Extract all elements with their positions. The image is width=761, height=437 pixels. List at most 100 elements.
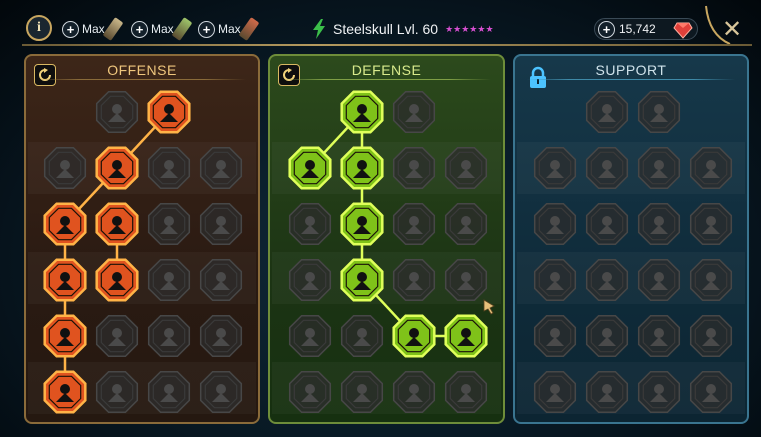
boost-max-2[interactable]: + Max: [131, 17, 193, 41]
defense-node-heart-body-icon[interactable]: [340, 146, 384, 190]
boost-label: Max: [82, 22, 105, 36]
defense-node-chevron-shield-icon[interactable]: [288, 146, 332, 190]
defense-node-boot-icon[interactable]: [444, 370, 488, 414]
boost-max-1[interactable]: + Max: [62, 17, 124, 41]
info-icon: i: [37, 20, 41, 35]
support-node-helm-icon[interactable]: [533, 202, 577, 246]
defense-node-fist-icon[interactable]: [392, 90, 436, 134]
offense-node-spear-icon[interactable]: [147, 314, 191, 358]
offense-node-crossed-swords-icon[interactable]: [95, 90, 139, 134]
defense-node-shield-icon[interactable]: [288, 202, 332, 246]
defense-node-face-icon[interactable]: [444, 202, 488, 246]
boost-max-3[interactable]: + Max: [198, 17, 260, 41]
support-node-lightning-icon[interactable]: [585, 202, 629, 246]
offense-node-demon-face-icon[interactable]: [43, 146, 87, 190]
offense-node-fist-sword-icon[interactable]: [95, 258, 139, 302]
offense-node-skull-icon[interactable]: [147, 202, 191, 246]
offense-node-knight-helm-icon[interactable]: [95, 370, 139, 414]
support-node-skull-icon[interactable]: [585, 370, 629, 414]
star-rating: ★ ★ ★ ★ ★ ★: [445, 23, 494, 34]
support-node-fingerprint-icon[interactable]: [585, 146, 629, 190]
offense-node-heart-pierce-icon[interactable]: [43, 258, 87, 302]
offense-node-skull-icon[interactable]: [95, 314, 139, 358]
defense-node-reaching-hand-icon[interactable]: [444, 314, 488, 358]
title-rule: [282, 79, 491, 80]
support-node-sword-icon[interactable]: [637, 314, 681, 358]
offense-node-warrior-strike-icon[interactable]: [43, 202, 87, 246]
gems-value: 15,742: [619, 22, 656, 36]
support-node-statue-icon[interactable]: [689, 202, 733, 246]
defense-node-fire-icon[interactable]: [392, 370, 436, 414]
offense-node-sparkle-strike-icon[interactable]: [43, 370, 87, 414]
defense-node-tree-icon[interactable]: [288, 258, 332, 302]
support-node-shield-icon[interactable]: [637, 90, 681, 134]
support-node-heart-ring-icon[interactable]: [533, 258, 577, 302]
defense-node-knight-shield-icon[interactable]: [340, 202, 384, 246]
offense-node-blade-strike-icon[interactable]: [147, 90, 191, 134]
star-icon: ★: [461, 23, 470, 34]
support-node-wing-icon[interactable]: [637, 370, 681, 414]
plus-icon: +: [62, 20, 79, 38]
offense-node-warrior-icon[interactable]: [147, 370, 191, 414]
support-node-mask-icon[interactable]: [533, 370, 577, 414]
offense-node-trident-icon[interactable]: [199, 258, 243, 302]
defense-node-wings-icon[interactable]: [288, 314, 332, 358]
star-icon: ★: [485, 23, 494, 34]
offense-node-beast-skull-icon[interactable]: [199, 370, 243, 414]
offense-node-brute-icon[interactable]: [199, 314, 243, 358]
support-node-dash-icon[interactable]: [585, 314, 629, 358]
scroll-icon: [238, 17, 260, 41]
defense-node-crown-icon[interactable]: [288, 370, 332, 414]
offense-node-claw-slash-icon[interactable]: [95, 146, 139, 190]
offense-node-bleeding-hand-icon[interactable]: [43, 314, 87, 358]
defense-node-demon-icon[interactable]: [392, 202, 436, 246]
support-node-wind-icon[interactable]: [585, 258, 629, 302]
star-icon: ★: [469, 23, 478, 34]
support-node-eye-icon[interactable]: [689, 314, 733, 358]
defense-node-radiant-skull-icon[interactable]: [392, 314, 436, 358]
offense-node-helmet-icon[interactable]: [147, 146, 191, 190]
plus-icon: +: [198, 20, 215, 38]
close-button[interactable]: ✕: [720, 15, 744, 43]
top-divider: [22, 44, 752, 46]
support-node-cross-icon[interactable]: [533, 314, 577, 358]
defense-node-hand-icon[interactable]: [392, 258, 436, 302]
scroll-icon: [171, 17, 193, 41]
offense-node-axe-icon[interactable]: [199, 202, 243, 246]
defense-node-tower-icon[interactable]: [392, 146, 436, 190]
plus-icon: +: [598, 20, 615, 38]
defense-node-stairs-shield-icon[interactable]: [340, 90, 384, 134]
support-node-hand-icon[interactable]: [533, 146, 577, 190]
gems-counter[interactable]: + 15,742: [594, 18, 698, 40]
title-rule: [38, 79, 246, 80]
defense-node-hourglass-icon[interactable]: [340, 258, 384, 302]
offense-node-jaws-icon[interactable]: [95, 202, 139, 246]
title-rule: [527, 79, 735, 80]
champion-info: Steelskull Lvl. 60 ★ ★ ★ ★ ★ ★: [312, 18, 494, 40]
support-node-heart-icon[interactable]: [585, 90, 629, 134]
support-node-book-icon[interactable]: [637, 258, 681, 302]
support-node-burst-icon[interactable]: [689, 258, 733, 302]
offense-node-hammer-icon[interactable]: [147, 258, 191, 302]
defense-node-mask-icon[interactable]: [340, 370, 384, 414]
scroll-icon: [102, 17, 124, 41]
top-bar: i + Max + Max + Max Steelskull Lvl. 60 ★…: [14, 5, 751, 46]
support-title: SUPPORT: [595, 62, 667, 78]
defense-title: DEFENSE: [351, 62, 422, 78]
info-button[interactable]: i: [26, 15, 52, 41]
mastery-screen: i + Max + Max + Max Steelskull Lvl. 60 ★…: [0, 0, 761, 437]
support-node-swirl-icon[interactable]: [637, 202, 681, 246]
boost-label: Max: [151, 22, 174, 36]
star-icon: ★: [453, 23, 462, 34]
offense-node-fang-icon[interactable]: [199, 146, 243, 190]
gem-icon: [673, 22, 693, 39]
support-node-boot-icon[interactable]: [637, 146, 681, 190]
star-icon: ★: [445, 23, 454, 34]
support-node-eagle-icon[interactable]: [689, 370, 733, 414]
support-node-horse-icon[interactable]: [689, 146, 733, 190]
defense-node-ogre-icon[interactable]: [444, 258, 488, 302]
defense-node-cathedral-icon[interactable]: [340, 314, 384, 358]
defense-node-sword-icon[interactable]: [444, 146, 488, 190]
boost-label: Max: [218, 22, 241, 36]
plus-icon: +: [131, 20, 148, 38]
